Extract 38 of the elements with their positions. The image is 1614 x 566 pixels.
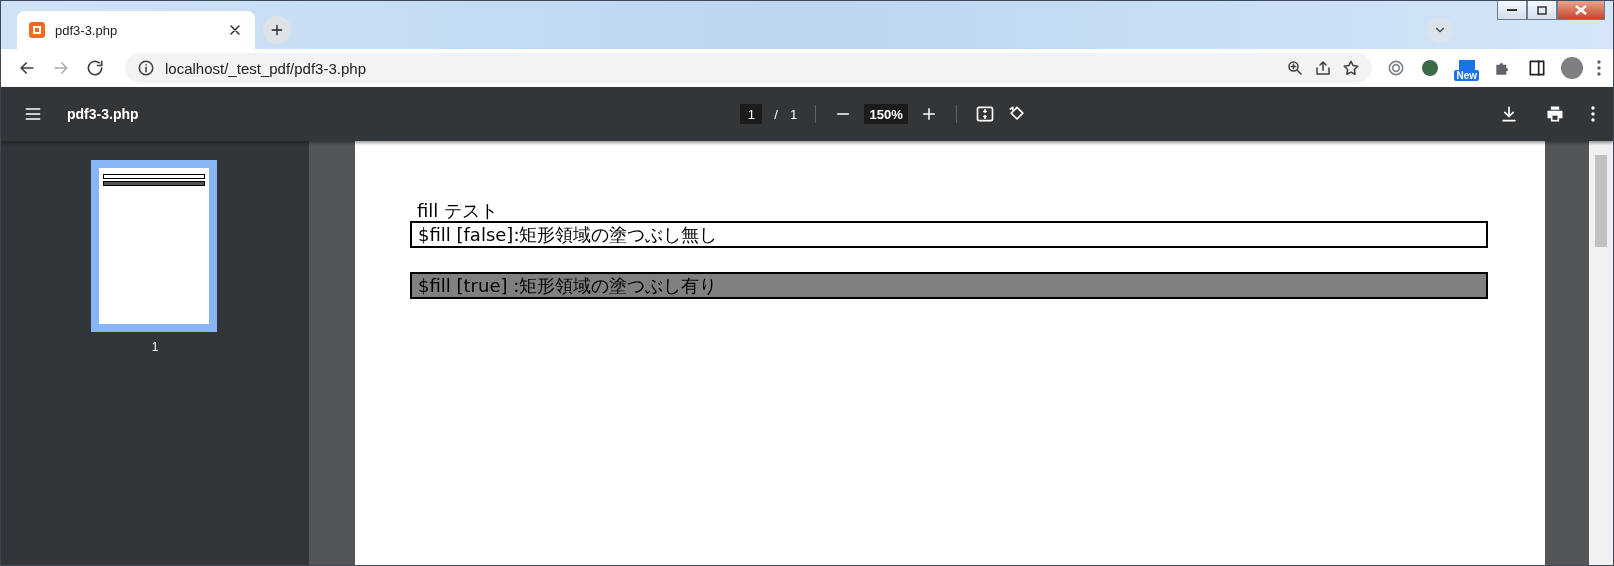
thumbnail-label: 1 [151, 340, 159, 354]
page-number-field[interactable]: 1 [740, 104, 763, 124]
text-cell: $fill [true] :矩形領域の塗つぶし有り [410, 272, 1488, 299]
browser-tab[interactable]: pdf3-3.php [17, 11, 255, 49]
extension-icon[interactable] [1420, 58, 1441, 78]
star-icon[interactable] [1342, 59, 1361, 77]
new-badge: New [1454, 69, 1479, 81]
heading: fill テスト [416, 201, 500, 221]
share-icon[interactable] [1314, 59, 1333, 77]
fit-page-icon[interactable] [975, 104, 996, 124]
side-panel-icon[interactable] [1527, 58, 1547, 78]
page-separator: / [774, 106, 778, 122]
zoom-field[interactable]: 150% [864, 104, 909, 124]
close-icon [1575, 5, 1587, 15]
extension-icon[interactable] [1458, 59, 1475, 70]
close-button[interactable] [1557, 1, 1605, 20]
page-count: 1 [789, 106, 798, 122]
reload-icon[interactable] [85, 58, 105, 78]
plus-icon[interactable] [269, 22, 285, 38]
minimize-button[interactable] [1497, 1, 1527, 20]
minimize-icon [1507, 8, 1517, 12]
scrollbar-thumb[interactable] [1595, 155, 1607, 247]
maximize-button[interactable] [1527, 1, 1557, 20]
scrollbar[interactable] [1589, 141, 1613, 565]
zoom-icon[interactable] [1286, 59, 1305, 77]
more-icon[interactable] [1591, 106, 1595, 122]
site-icon [29, 22, 45, 38]
info-icon[interactable] [137, 59, 155, 77]
document-title: pdf3-3.php [67, 106, 139, 122]
address-bar[interactable]: localhost/_test_pdf/pdf3-3.php [125, 53, 1373, 83]
print-icon[interactable] [1545, 104, 1565, 124]
download-icon[interactable] [1499, 104, 1519, 124]
page-thumbnail[interactable] [91, 160, 217, 332]
maximize-icon [1537, 5, 1547, 15]
avatar[interactable] [1561, 57, 1583, 79]
text-cell: $fill [false]:矩形領域の塗つぶし無し [410, 221, 1488, 248]
menu-icon[interactable] [1597, 60, 1601, 76]
new-tab-button[interactable] [263, 16, 291, 44]
